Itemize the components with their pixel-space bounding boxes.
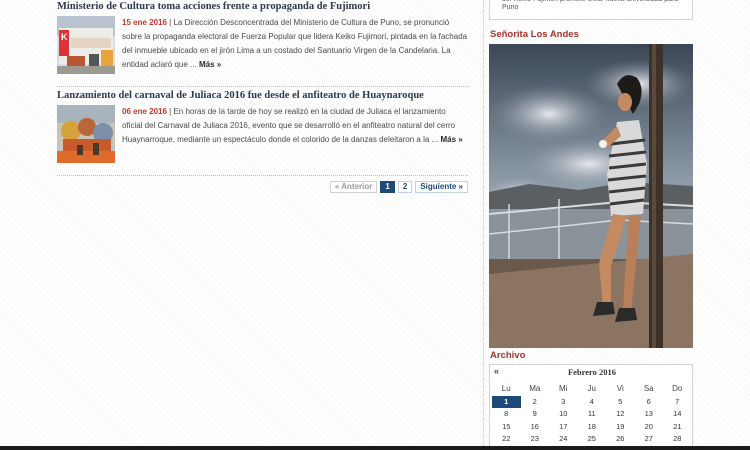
calendar-weekday: Lu: [501, 384, 511, 393]
article-2: Lanzamiento del carnaval de Juliaca 2016…: [57, 90, 468, 170]
calendar-day[interactable]: 16: [521, 421, 550, 434]
calendar-day[interactable]: 8: [492, 408, 521, 421]
pagination-page-1[interactable]: 1: [380, 181, 395, 193]
article-1-title[interactable]: Ministerio de Cultura toma acciones fren…: [57, 1, 468, 12]
article-1-text: 15 ene 2016 | La Dirección Desconcentrad…: [122, 16, 468, 72]
article-1-date: 15 ene 2016: [122, 18, 167, 27]
calendar-day[interactable]: 24: [549, 433, 578, 446]
thumb-k-letter: K: [61, 32, 68, 42]
calendar-day[interactable]: 26: [606, 433, 635, 446]
calendar-day[interactable]: 21: [663, 421, 692, 434]
calendar-weekday: Sa: [643, 384, 654, 393]
calendar-day[interactable]: 5: [606, 396, 635, 409]
article-2-date: 06 ene 2016: [122, 107, 167, 116]
calendar-day[interactable]: 25: [578, 433, 607, 446]
senorita-photo-image: [489, 44, 693, 348]
calendar-day[interactable]: 12: [606, 408, 635, 421]
calendar-grid: Lu Ma Mi Ju Vi Sa Do 1 2 3 4 5 6 7 8 9 10 11 12 13 14 15 16 17 1…: [492, 383, 692, 450]
calendar-weekday-row: Lu Ma Mi Ju Vi Sa Do: [492, 383, 692, 396]
calendar-day[interactable]: 11: [578, 408, 607, 421]
calendar-day[interactable]: 27: [635, 433, 664, 446]
calendar-day[interactable]: 19: [606, 421, 635, 434]
calendar-day[interactable]: 20: [635, 421, 664, 434]
pagination-prev-button: « Anterior: [329, 181, 378, 193]
calendar-week-row: 15 16 17 18 19 20 21: [492, 421, 692, 434]
calendar-day[interactable]: 13: [635, 408, 664, 421]
archive-title: Archivo: [490, 350, 526, 361]
main-column: Ministerio de Cultura toma acciones fren…: [52, 0, 472, 450]
article-2-thumbnail-image: [57, 105, 115, 163]
article-2-thumbnail[interactable]: [57, 105, 115, 163]
calendar-weekday: Mi: [559, 384, 568, 393]
calendar-header: « Febrero 2016: [490, 365, 692, 379]
article-2-title[interactable]: Lanzamiento del carnaval de Juliaca 2016…: [57, 90, 468, 101]
calendar-weekday: Vi: [616, 384, 624, 393]
calendar-day[interactable]: 1: [492, 395, 521, 408]
pagination-page-2[interactable]: 2: [397, 181, 413, 193]
article-2-excerpt: | En horas de la tarde de hoy se realizó…: [122, 107, 456, 144]
calendar-week-row: 22 23 24 25 26 27 28: [492, 433, 692, 446]
senorita-los-andes-title: Señorita Los Andes: [490, 29, 579, 40]
calendar-day[interactable]: 23: [521, 433, 550, 446]
sidebar-top-list: 10. Keiko Fujimori promete crear nueva u…: [489, 0, 693, 20]
calendar-day[interactable]: 22: [492, 433, 521, 446]
page: Ministerio de Cultura toma acciones fren…: [0, 0, 750, 450]
sidebar: 10. Keiko Fujimori promete crear nueva u…: [489, 0, 695, 450]
calendar-weekday: Ma: [529, 384, 541, 393]
article-divider: [57, 175, 468, 176]
calendar-day[interactable]: 9: [521, 408, 550, 421]
calendar-day[interactable]: 10: [549, 408, 578, 421]
pagination: « Anterior 1 2 Siguiente »: [329, 181, 468, 193]
calendar-day[interactable]: 4: [578, 396, 607, 409]
calendar-day[interactable]: 15: [492, 421, 521, 434]
article-1-more-link[interactable]: Más »: [199, 60, 221, 69]
calendar-weekday: Do: [672, 384, 683, 393]
article-1: Ministerio de Cultura toma acciones fren…: [57, 1, 468, 81]
article-divider: [57, 86, 468, 87]
calendar-day[interactable]: 17: [549, 421, 578, 434]
article-2-text: 06 ene 2016 | En horas de la tarde de ho…: [122, 105, 468, 147]
calendar-month-label: Febrero 2016: [567, 367, 617, 377]
calendar-day[interactable]: 3: [549, 396, 578, 409]
article-1-thumbnail-image: K: [57, 16, 115, 74]
calendar-day[interactable]: 2: [521, 396, 550, 409]
calendar-day[interactable]: 28: [663, 433, 692, 446]
archive-calendar: « Febrero 2016 Lu Ma Mi Ju Vi Sa Do 1 2 3 4 5 6 7 8 9 10…: [489, 364, 693, 450]
column-divider: [483, 0, 484, 450]
pagination-next-button[interactable]: Siguiente »: [415, 181, 468, 193]
calendar-weekday: Ju: [587, 384, 596, 393]
calendar-day[interactable]: 14: [663, 408, 692, 421]
article-2-more-link[interactable]: Más »: [440, 135, 462, 144]
bottom-bar: [0, 446, 750, 450]
article-1-thumbnail[interactable]: K: [57, 16, 115, 74]
calendar-week-row: 1234567: [492, 395, 692, 409]
calendar-week-row: 8 9 10 11 12 13 14: [492, 408, 692, 421]
article-1-excerpt: | La Dirección Desconcentrada del Minist…: [122, 18, 468, 69]
sidebar-list-item[interactable]: 10. Keiko Fujimori promete crear nueva u…: [502, 0, 692, 12]
calendar-day[interactable]: 6: [635, 396, 664, 409]
senorita-los-andes-photo[interactable]: [489, 44, 693, 348]
calendar-day[interactable]: 18: [578, 421, 607, 434]
calendar-day[interactable]: 7: [663, 396, 692, 409]
